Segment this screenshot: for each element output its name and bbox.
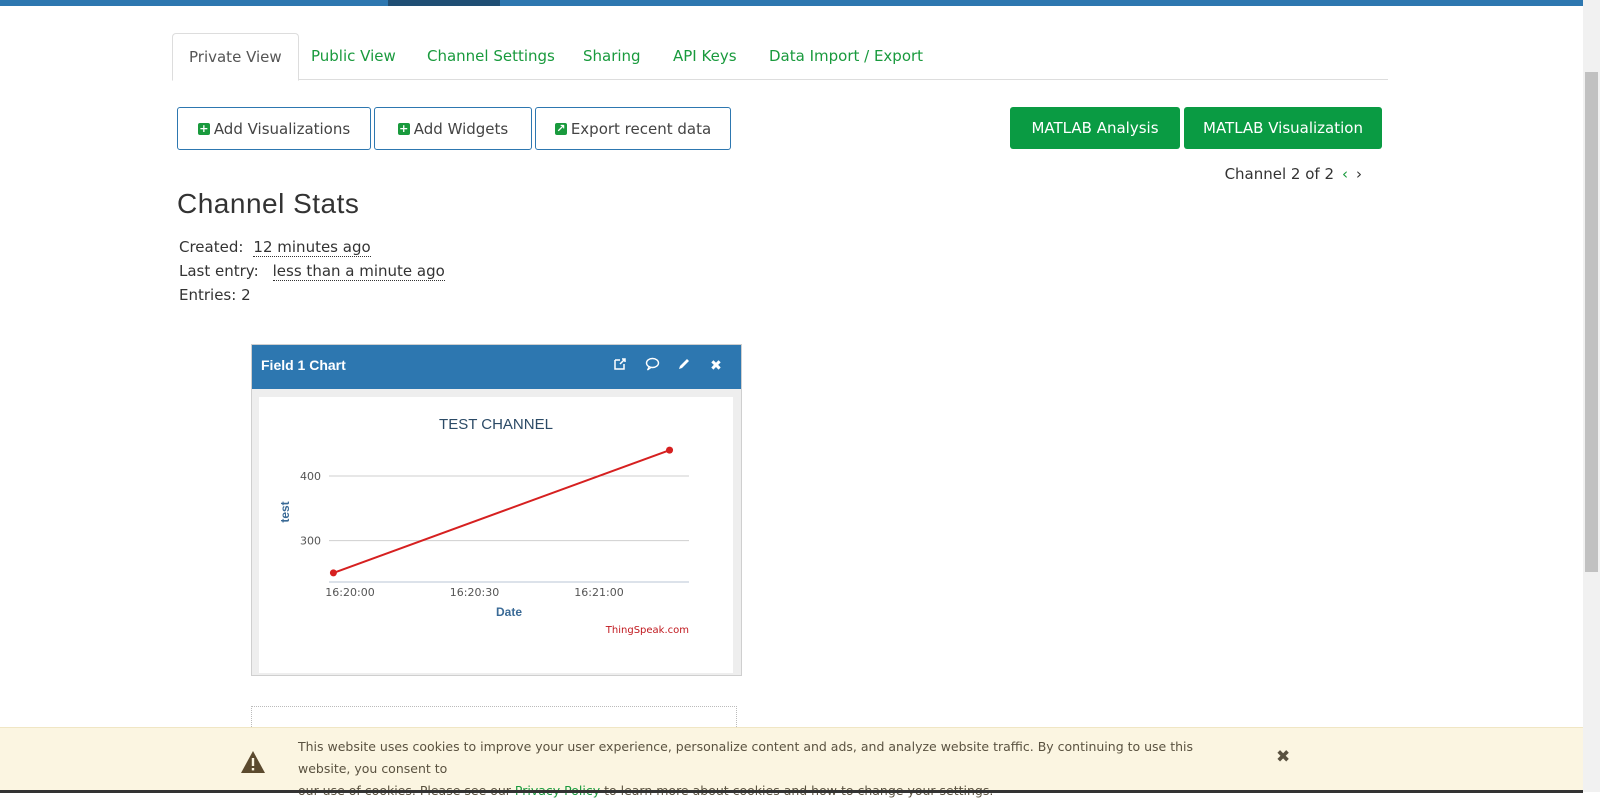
x-axis-label: Date	[496, 605, 522, 619]
cookie-banner: This website uses cookies to improve you…	[0, 727, 1583, 798]
top-navigation-bar	[0, 0, 1585, 6]
tab-sharing[interactable]: Sharing	[583, 33, 641, 79]
chart-title: TEST CHANNEL	[439, 416, 553, 433]
comment-icon[interactable]	[643, 357, 661, 375]
tab-public-view[interactable]: Public View	[311, 33, 396, 79]
warning-icon	[240, 750, 266, 778]
add-visualizations-label: Add Visualizations	[213, 119, 351, 138]
x-tick-0: 16:20:00	[325, 586, 374, 599]
widget-header: Field 1 Chart ✖	[252, 345, 741, 389]
matlab-visualization-button[interactable]: MATLAB Visualization	[1184, 107, 1382, 149]
external-link-icon: ↗	[554, 121, 567, 135]
chart-credit: ThingSpeak.com	[605, 625, 689, 636]
chevron-left-icon[interactable]: ‹	[1342, 165, 1348, 183]
channel-stats-heading: Channel Stats	[177, 188, 360, 219]
open-external-icon[interactable]	[611, 357, 629, 375]
channel-tabs: Private View Public View Channel Setting…	[172, 33, 1388, 81]
add-widgets-button[interactable]: + Add Widgets	[374, 107, 532, 150]
widget-title: Field 1 Chart	[261, 357, 346, 373]
y-tick-400: 400	[300, 470, 321, 483]
data-point-1	[666, 446, 674, 454]
x-tick-2: 16:21:00	[574, 586, 623, 599]
tab-channel-settings[interactable]: Channel Settings	[427, 33, 555, 79]
pencil-icon[interactable]	[675, 357, 693, 375]
created-value: 12 minutes ago	[253, 238, 371, 257]
tab-private-view[interactable]: Private View	[172, 33, 299, 81]
scrollbar-thumb[interactable]	[1585, 72, 1598, 572]
y-axis-label: test	[278, 501, 292, 522]
stat-entries: Entries: 2	[179, 286, 251, 304]
stat-created: Created: 12 minutes ago	[179, 238, 371, 257]
add-visualizations-button[interactable]: + Add Visualizations	[177, 107, 371, 150]
data-point-0	[329, 569, 337, 577]
page-scrollbar[interactable]	[1583, 0, 1600, 792]
tab-api-keys[interactable]: API Keys	[673, 33, 737, 79]
plus-icon: +	[397, 121, 410, 135]
cookie-text-line-1: This website uses cookies to improve you…	[298, 739, 1194, 776]
channel-pager-label: Channel 2 of 2	[1224, 165, 1334, 183]
last-entry-label: Last entry:	[179, 262, 259, 280]
x-tick-1: 16:20:30	[450, 586, 499, 599]
chart-canvas: TEST CHANNEL 300 400 16:20:00 16:20:30 16:21:…	[259, 397, 733, 673]
plus-icon: +	[197, 121, 210, 135]
close-icon[interactable]: ✖	[707, 357, 725, 375]
matlab-analysis-button[interactable]: MATLAB Analysis	[1010, 107, 1180, 149]
top-nav-active-indicator	[388, 0, 500, 6]
last-entry-value: less than a minute ago	[272, 262, 445, 281]
export-recent-data-button[interactable]: ↗ Export recent data	[535, 107, 731, 150]
field-1-chart-widget: Field 1 Chart ✖ TEST CHANNEL 300 400 16:20:…	[251, 344, 742, 676]
next-widget-placeholder	[251, 706, 737, 727]
series-line-0	[333, 449, 670, 574]
line-chart: TEST CHANNEL 300 400 16:20:00 16:20:30 16:21:…	[278, 416, 689, 636]
stat-last-entry: Last entry: less than a minute ago	[179, 262, 445, 281]
chevron-right-icon[interactable]: ›	[1356, 165, 1362, 183]
cookie-close-icon[interactable]: ✖	[1276, 747, 1290, 767]
y-tick-300: 300	[300, 535, 321, 548]
add-widgets-label: Add Widgets	[413, 119, 509, 138]
export-recent-data-label: Export recent data	[570, 119, 712, 138]
channel-pager: Channel 2 of 2 ‹ ›	[1225, 165, 1362, 183]
tab-data-import-export[interactable]: Data Import / Export	[769, 33, 923, 79]
created-label: Created:	[179, 238, 244, 256]
